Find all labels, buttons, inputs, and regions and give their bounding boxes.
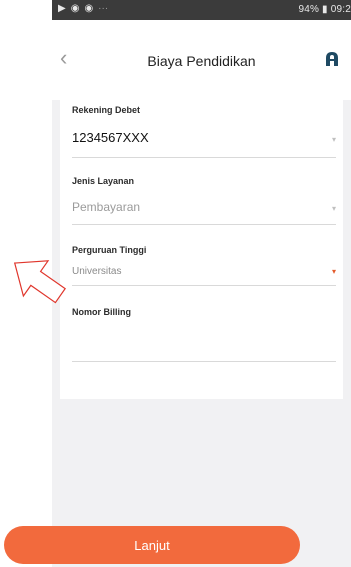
caret-down-icon: ▾ [331, 135, 336, 144]
divider [72, 157, 336, 158]
phone-screen: ▶ ◉ ◉ ··· 94% ▮ 09:2 ‹ Biaya Pendidikan … [52, 0, 351, 567]
notification-icon: ◉ [70, 3, 80, 14]
divider [72, 285, 336, 286]
next-button[interactable]: Lanjut [4, 526, 300, 564]
page-title: Biaya Pendidikan [147, 53, 256, 69]
form-card: Rekening Debet 1234567XXX ▾ Jenis Layana… [60, 93, 343, 399]
jenis-layanan-field[interactable]: Jenis Layanan Pembayaran ▾ [72, 176, 336, 232]
jenis-layanan-value: Pembayaran [72, 200, 141, 214]
hollow-arrow-icon [13, 260, 66, 304]
caret-down-icon: ▾ [331, 267, 336, 276]
next-button-label: Lanjut [134, 537, 170, 553]
rekening-debet-value: 1234567XXX [72, 130, 149, 145]
status-bar-icons: ▶ ◉ ◉ ··· [58, 3, 108, 14]
play-icon: ▶ [58, 3, 66, 14]
nomor-billing-field[interactable]: Nomor Billing [72, 307, 336, 367]
perguruan-tinggi-value: Universitas [72, 266, 122, 277]
perguruan-tinggi-label: Perguruan Tinggi [72, 245, 147, 255]
more-icon: ··· [98, 3, 109, 14]
divider [72, 361, 336, 362]
bank-logo-icon [326, 52, 338, 66]
divider [72, 224, 336, 225]
rekening-debet-label: Rekening Debet [72, 105, 141, 115]
rekening-debet-field[interactable]: Rekening Debet 1234567XXX ▾ [72, 105, 336, 161]
jenis-layanan-label: Jenis Layanan [72, 176, 135, 186]
status-bar-right: 94% ▮ 09:2 [298, 4, 351, 15]
caret-down-icon: ▾ [331, 204, 336, 213]
nomor-billing-label: Nomor Billing [72, 307, 131, 317]
app-header: ‹ Biaya Pendidikan [52, 20, 351, 100]
perguruan-tinggi-field[interactable]: Perguruan Tinggi Universitas ▾ [72, 245, 336, 295]
message-icon: ◉ [84, 3, 94, 14]
status-bar: ▶ ◉ ◉ ··· 94% ▮ 09:2 [52, 0, 351, 20]
